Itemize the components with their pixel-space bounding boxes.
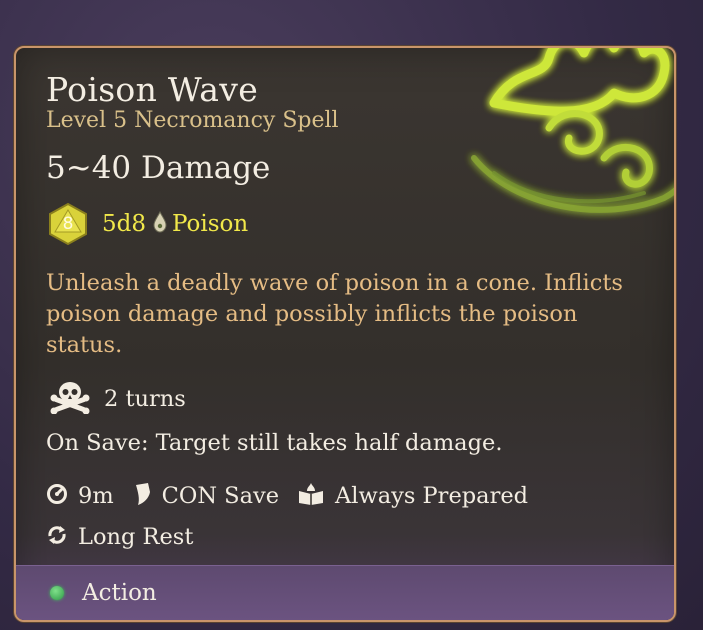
on-save-text: On Save: Target still takes half damage. [46,430,503,456]
poison-wave-emblem-icon [471,48,674,213]
action-dot-icon [50,586,64,600]
recharge-value: Long Rest [78,524,194,550]
damage-dice-row: 8 5d8 Poison [46,202,248,246]
spell-description: Unleash a deadly wave of poison in a con… [46,270,623,358]
skull-crossbones-icon [50,380,90,418]
recharge-row: Long Rest [46,524,211,550]
spellbook-icon [297,483,325,509]
save-property: CON Save [132,482,279,510]
d8-die-icon: 8 [46,202,90,246]
range-icon [46,483,68,509]
damage-range: 5~40 Damage [46,150,271,186]
recharge-property: Long Rest [46,524,193,550]
status-effect-row: 2 turns [50,380,186,418]
save-type: CON Save [161,483,280,509]
spell-properties-row: 9m CON Save Always Prepared [46,482,546,510]
action-cost: Action [82,580,157,606]
status-duration: 2 turns [104,386,186,412]
range-value: 9m [78,483,114,509]
shield-icon [132,482,152,510]
prepared-status: Always Prepared [335,483,529,509]
prepared-property: Always Prepared [297,483,528,509]
spell-tooltip: Poison Wave Level 5 Necromancy Spell 5~4… [14,46,676,622]
poison-drop-icon [152,210,168,237]
spell-subtitle: Level 5 Necromancy Spell [46,108,339,133]
damage-type: Poison [172,211,249,237]
spell-title: Poison Wave [46,70,259,109]
action-cost-bar: Action [16,565,674,620]
die-face-label: 8 [62,214,74,234]
dice-expression: 5d8 [102,211,146,237]
range-property: 9m [46,483,114,509]
recharge-icon [46,524,68,550]
